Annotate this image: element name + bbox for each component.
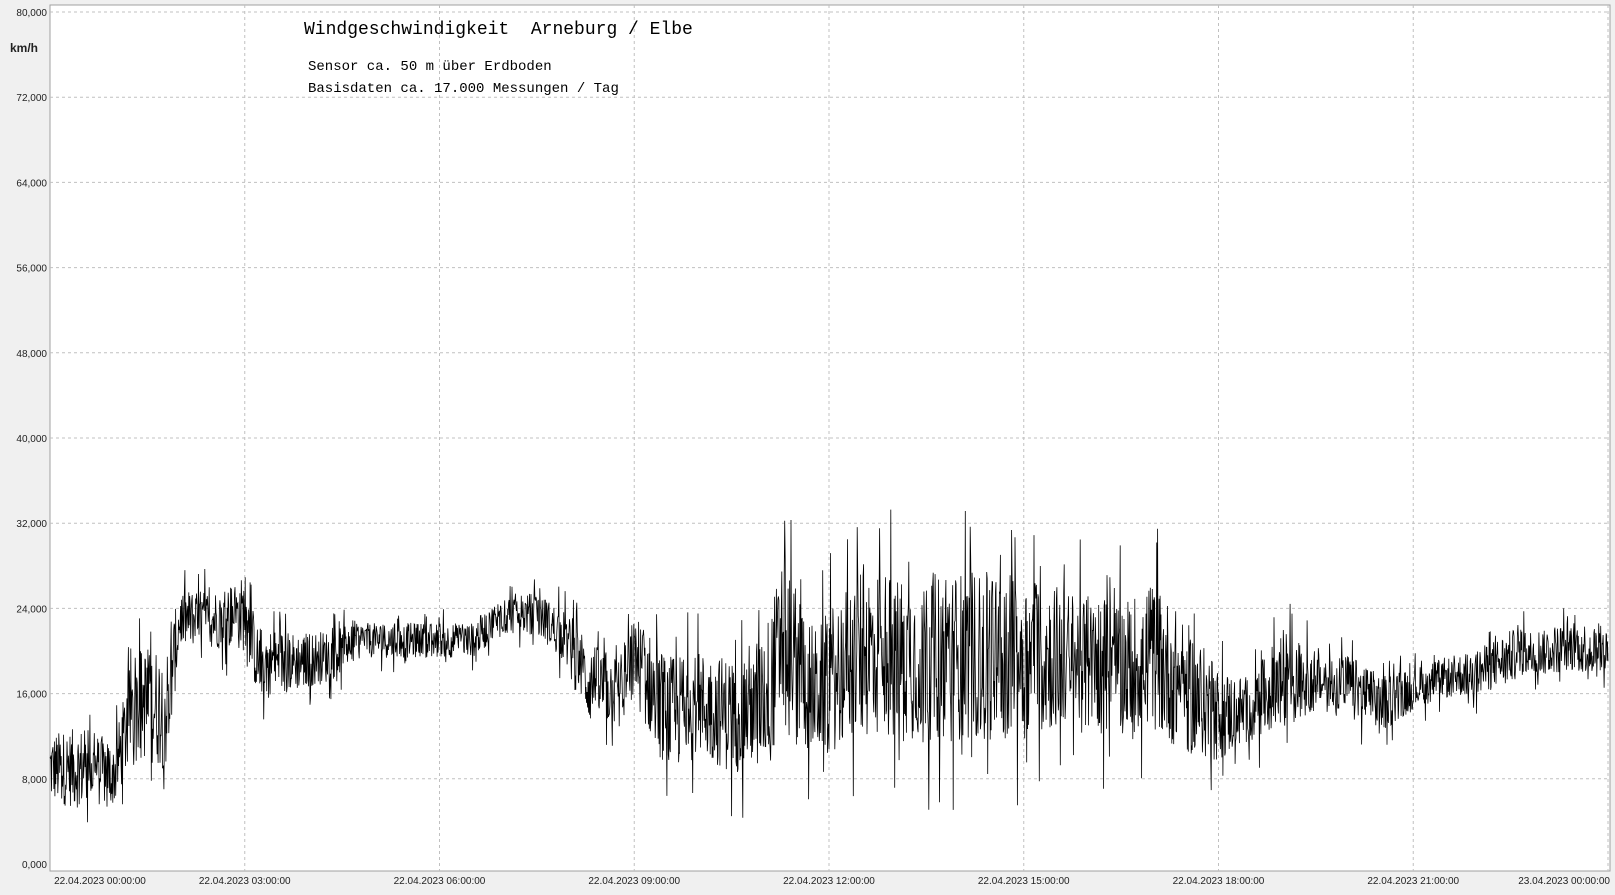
y-tick-label: 64,000 <box>16 178 47 189</box>
y-tick-label: 56,000 <box>16 264 47 275</box>
x-tick-label: 22.04.2023 15:00:00 <box>978 876 1070 887</box>
x-tick-label: 22.04.2023 21:00:00 <box>1367 876 1459 887</box>
y-tick-label: 72,000 <box>16 93 47 104</box>
x-axis-ticks: 22.04.2023 00:00:00 22.04.2023 03:00:00 22… <box>54 876 1610 887</box>
y-tick-label: 24,000 <box>16 604 47 615</box>
x-tick-label: 22.04.2023 12:00:00 <box>783 876 875 887</box>
y-tick-label: 16,000 <box>16 690 47 701</box>
x-tick-label: 23.04.2023 00:00:00 <box>1518 876 1610 887</box>
chart-subtitle-2: Basisdaten ca. 17.000 Messungen / Tag <box>308 81 619 97</box>
y-tick-label: 8,000 <box>22 775 47 786</box>
chart-subtitle-1: Sensor ca. 50 m über Erdboden <box>308 59 552 75</box>
x-tick-label: 22.04.2023 03:00:00 <box>199 876 291 887</box>
x-tick-label: 22.04.2023 09:00:00 <box>588 876 680 887</box>
y-tick-label: 80,000 <box>16 8 47 19</box>
y-tick-label: 0,000 <box>22 860 47 871</box>
y-axis-unit: km/h <box>10 41 38 55</box>
y-tick-label: 40,000 <box>16 434 47 445</box>
y-tick-label: 32,000 <box>16 519 47 530</box>
x-tick-label: 22.04.2023 06:00:00 <box>394 876 486 887</box>
wind-chart: 0,000 8,000 16,000 24,000 32,000 40,000 48,000… <box>0 0 1615 895</box>
x-tick-label: 22.04.2023 00:00:00 <box>54 876 146 887</box>
x-tick-label: 22.04.2023 18:00:00 <box>1173 876 1265 887</box>
y-tick-label: 48,000 <box>16 349 47 360</box>
chart-title: Windgeschwindigkeit Arneburg / Elbe <box>304 20 693 40</box>
